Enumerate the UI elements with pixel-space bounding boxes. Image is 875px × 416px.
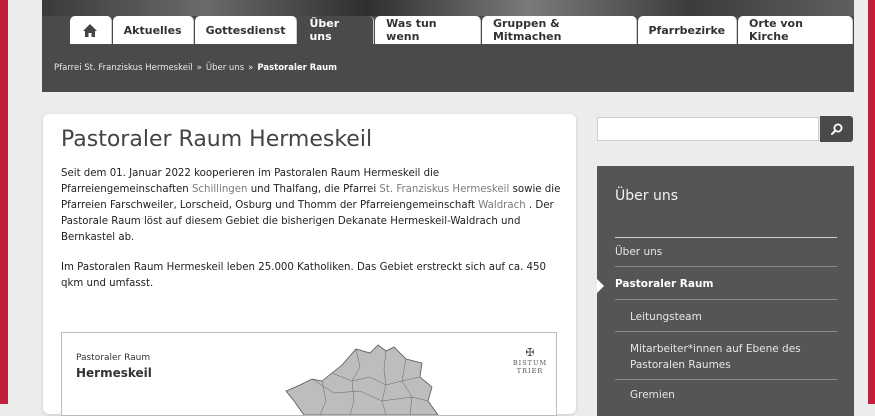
bistum-trier-logo: ✠ BISTUM TRIER	[510, 346, 550, 376]
para-text: und Thalfang, die Pfarrei	[247, 184, 380, 195]
breadcrumb-separator: »	[196, 63, 202, 73]
link-waldrach[interactable]: Waldrach	[478, 200, 525, 211]
nav-item-pfarrbezirke[interactable]: Pfarrbezirke	[637, 16, 738, 44]
search-icon	[830, 123, 842, 135]
breadcrumb-home-link[interactable]: Pfarrei St. Franziskus Hermeskeil	[54, 63, 193, 73]
logo-text-line1: BISTUM	[512, 359, 548, 367]
home-icon	[83, 23, 98, 37]
breadcrumb: Pfarrei St. Franziskus Hermeskeil » Über…	[54, 63, 337, 73]
sidebar-separator	[615, 299, 837, 300]
main-navigation: Aktuelles Gottesdienst Über uns Was tun …	[70, 16, 854, 44]
sidebar-item-leitungsteam[interactable]: Leitungsteam	[630, 311, 837, 323]
sidebar-title: Über uns	[615, 188, 678, 204]
frame-border-left	[0, 0, 8, 404]
breadcrumb-separator: »	[248, 63, 254, 73]
bistum-crest-icon: ✠	[525, 346, 535, 359]
site-header: Aktuelles Gottesdienst Über uns Was tun …	[42, 0, 854, 92]
main-content: Pastoraler Raum Hermeskeil Seit dem 01. …	[43, 114, 576, 416]
sidebar-item-ueber-uns[interactable]: Über uns	[615, 246, 837, 258]
sidebar-separator	[615, 266, 837, 267]
nav-item-ueber-uns[interactable]: Über uns	[298, 16, 375, 44]
link-st-franziskus-hermeskeil[interactable]: St. Franziskus Hermeskeil	[379, 184, 509, 195]
active-item-arrow-icon	[597, 279, 604, 293]
sidebar-item-pastoraler-raum[interactable]: Pastoraler Raum	[615, 278, 837, 290]
nav-home-button[interactable]	[70, 16, 112, 44]
header-banner-image	[42, 0, 854, 16]
nav-item-gruppen-mitmachen[interactable]: Gruppen & Mitmachen	[481, 16, 637, 44]
nav-item-gottesdienst[interactable]: Gottesdienst	[194, 16, 298, 44]
sidebar-item-gremien[interactable]: Gremien	[630, 389, 837, 401]
nav-item-orte-von-kirche[interactable]: Orte von Kirche	[738, 16, 853, 44]
link-schillingen[interactable]: Schillingen	[192, 184, 248, 195]
sidebar-item-mitarbeiter[interactable]: Mitarbeiter*innen auf Ebene des Pastoral…	[630, 341, 837, 373]
sidebar-separator	[615, 379, 837, 380]
search-button[interactable]	[820, 116, 853, 142]
sidebar-separator	[615, 331, 837, 332]
page-title: Pastoraler Raum Hermeskeil	[61, 127, 373, 152]
pastoral-area-map: Pastoraler Raum Hermeskeil ✠ BISTUM TRIE…	[61, 332, 557, 416]
map-title-line1: Pastoraler Raum	[76, 353, 151, 363]
breadcrumb-ueber-uns-link[interactable]: Über uns	[206, 63, 244, 73]
nav-item-aktuelles[interactable]: Aktuelles	[112, 16, 194, 44]
sidebar-divider	[615, 237, 837, 238]
sidebar-navigation: Über uns Über uns Pastoraler Raum Leitun…	[597, 166, 854, 416]
frame-border-right	[868, 0, 875, 404]
stats-paragraph: Im Pastoralen Raum Hermeskeil leben 25.0…	[61, 262, 546, 289]
nav-item-was-tun-wenn[interactable]: Was tun wenn	[375, 16, 481, 44]
logo-text-line2: TRIER	[516, 367, 544, 375]
search-input[interactable]	[597, 117, 819, 141]
intro-paragraph: Seit dem 01. Januar 2022 kooperieren im …	[61, 166, 566, 246]
map-title-line2: Hermeskeil	[76, 366, 152, 380]
breadcrumb-current: Pastoraler Raum	[257, 63, 337, 73]
